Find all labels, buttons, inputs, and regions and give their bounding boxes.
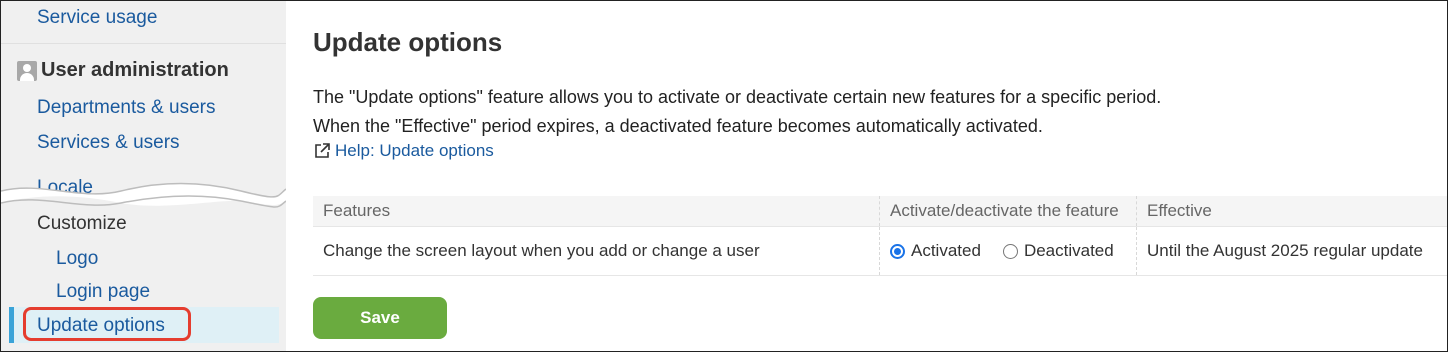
radio-label-activated[interactable]: Activated <box>911 241 981 261</box>
radio-label-deactivated[interactable]: Deactivated <box>1024 241 1114 261</box>
help-link[interactable]: Help: Update options <box>313 141 494 161</box>
radio-button-activated[interactable] <box>890 243 905 259</box>
radio-button-deactivated[interactable] <box>1002 243 1018 259</box>
user-icon <box>17 60 37 81</box>
activation-cell: Activated Deactivated <box>879 226 1137 276</box>
table-header-row: Features Activate/deactivate the feature… <box>313 196 1447 227</box>
torn-edge-divider <box>1 182 286 208</box>
sidebar-section-user-administration: User administration <box>17 59 229 82</box>
sidebar-item-services-users[interactable]: Services & users <box>37 132 180 154</box>
feature-name: Change the screen layout when you add or… <box>313 226 880 276</box>
sidebar-item-login-page[interactable]: Login page <box>56 281 150 303</box>
page-title: Update options <box>313 27 503 57</box>
radio-deactivated[interactable]: Deactivated <box>1002 241 1114 261</box>
radio-activated[interactable]: Activated <box>890 241 981 261</box>
column-header-activate: Activate/deactivate the feature <box>879 196 1137 227</box>
sidebar-item-departments-users[interactable]: Departments & users <box>37 97 215 119</box>
help-link-label[interactable]: Help: Update options <box>335 141 494 161</box>
sidebar-divider <box>1 43 286 44</box>
main-content: Update options The "Update options" feat… <box>286 1 1447 351</box>
table-row: Change the screen layout when you add or… <box>313 226 1447 276</box>
sidebar-group-customize: Customize <box>37 213 127 234</box>
description-line-1: The "Update options" feature allows you … <box>313 87 1162 107</box>
highlight-outline <box>23 307 191 341</box>
sidebar: Service usage User administration Depart… <box>1 1 286 351</box>
sidebar-item-service-usage[interactable]: Service usage <box>37 7 157 29</box>
column-header-features: Features <box>313 196 880 227</box>
sidebar-active-indicator <box>9 307 14 343</box>
activation-radio-group: Activated Deactivated <box>890 241 1126 261</box>
save-button[interactable]: Save <box>313 297 447 339</box>
effective-period: Until the August 2025 regular update <box>1136 226 1447 276</box>
column-header-effective: Effective <box>1136 196 1447 227</box>
sidebar-item-logo[interactable]: Logo <box>56 248 98 270</box>
features-table: Features Activate/deactivate the feature… <box>313 196 1447 276</box>
section-heading: User administration <box>41 59 229 81</box>
app-frame: Service usage User administration Depart… <box>0 0 1448 352</box>
external-link-icon <box>315 143 330 158</box>
description-line-2: When the "Effective" period expires, a d… <box>313 116 1043 136</box>
